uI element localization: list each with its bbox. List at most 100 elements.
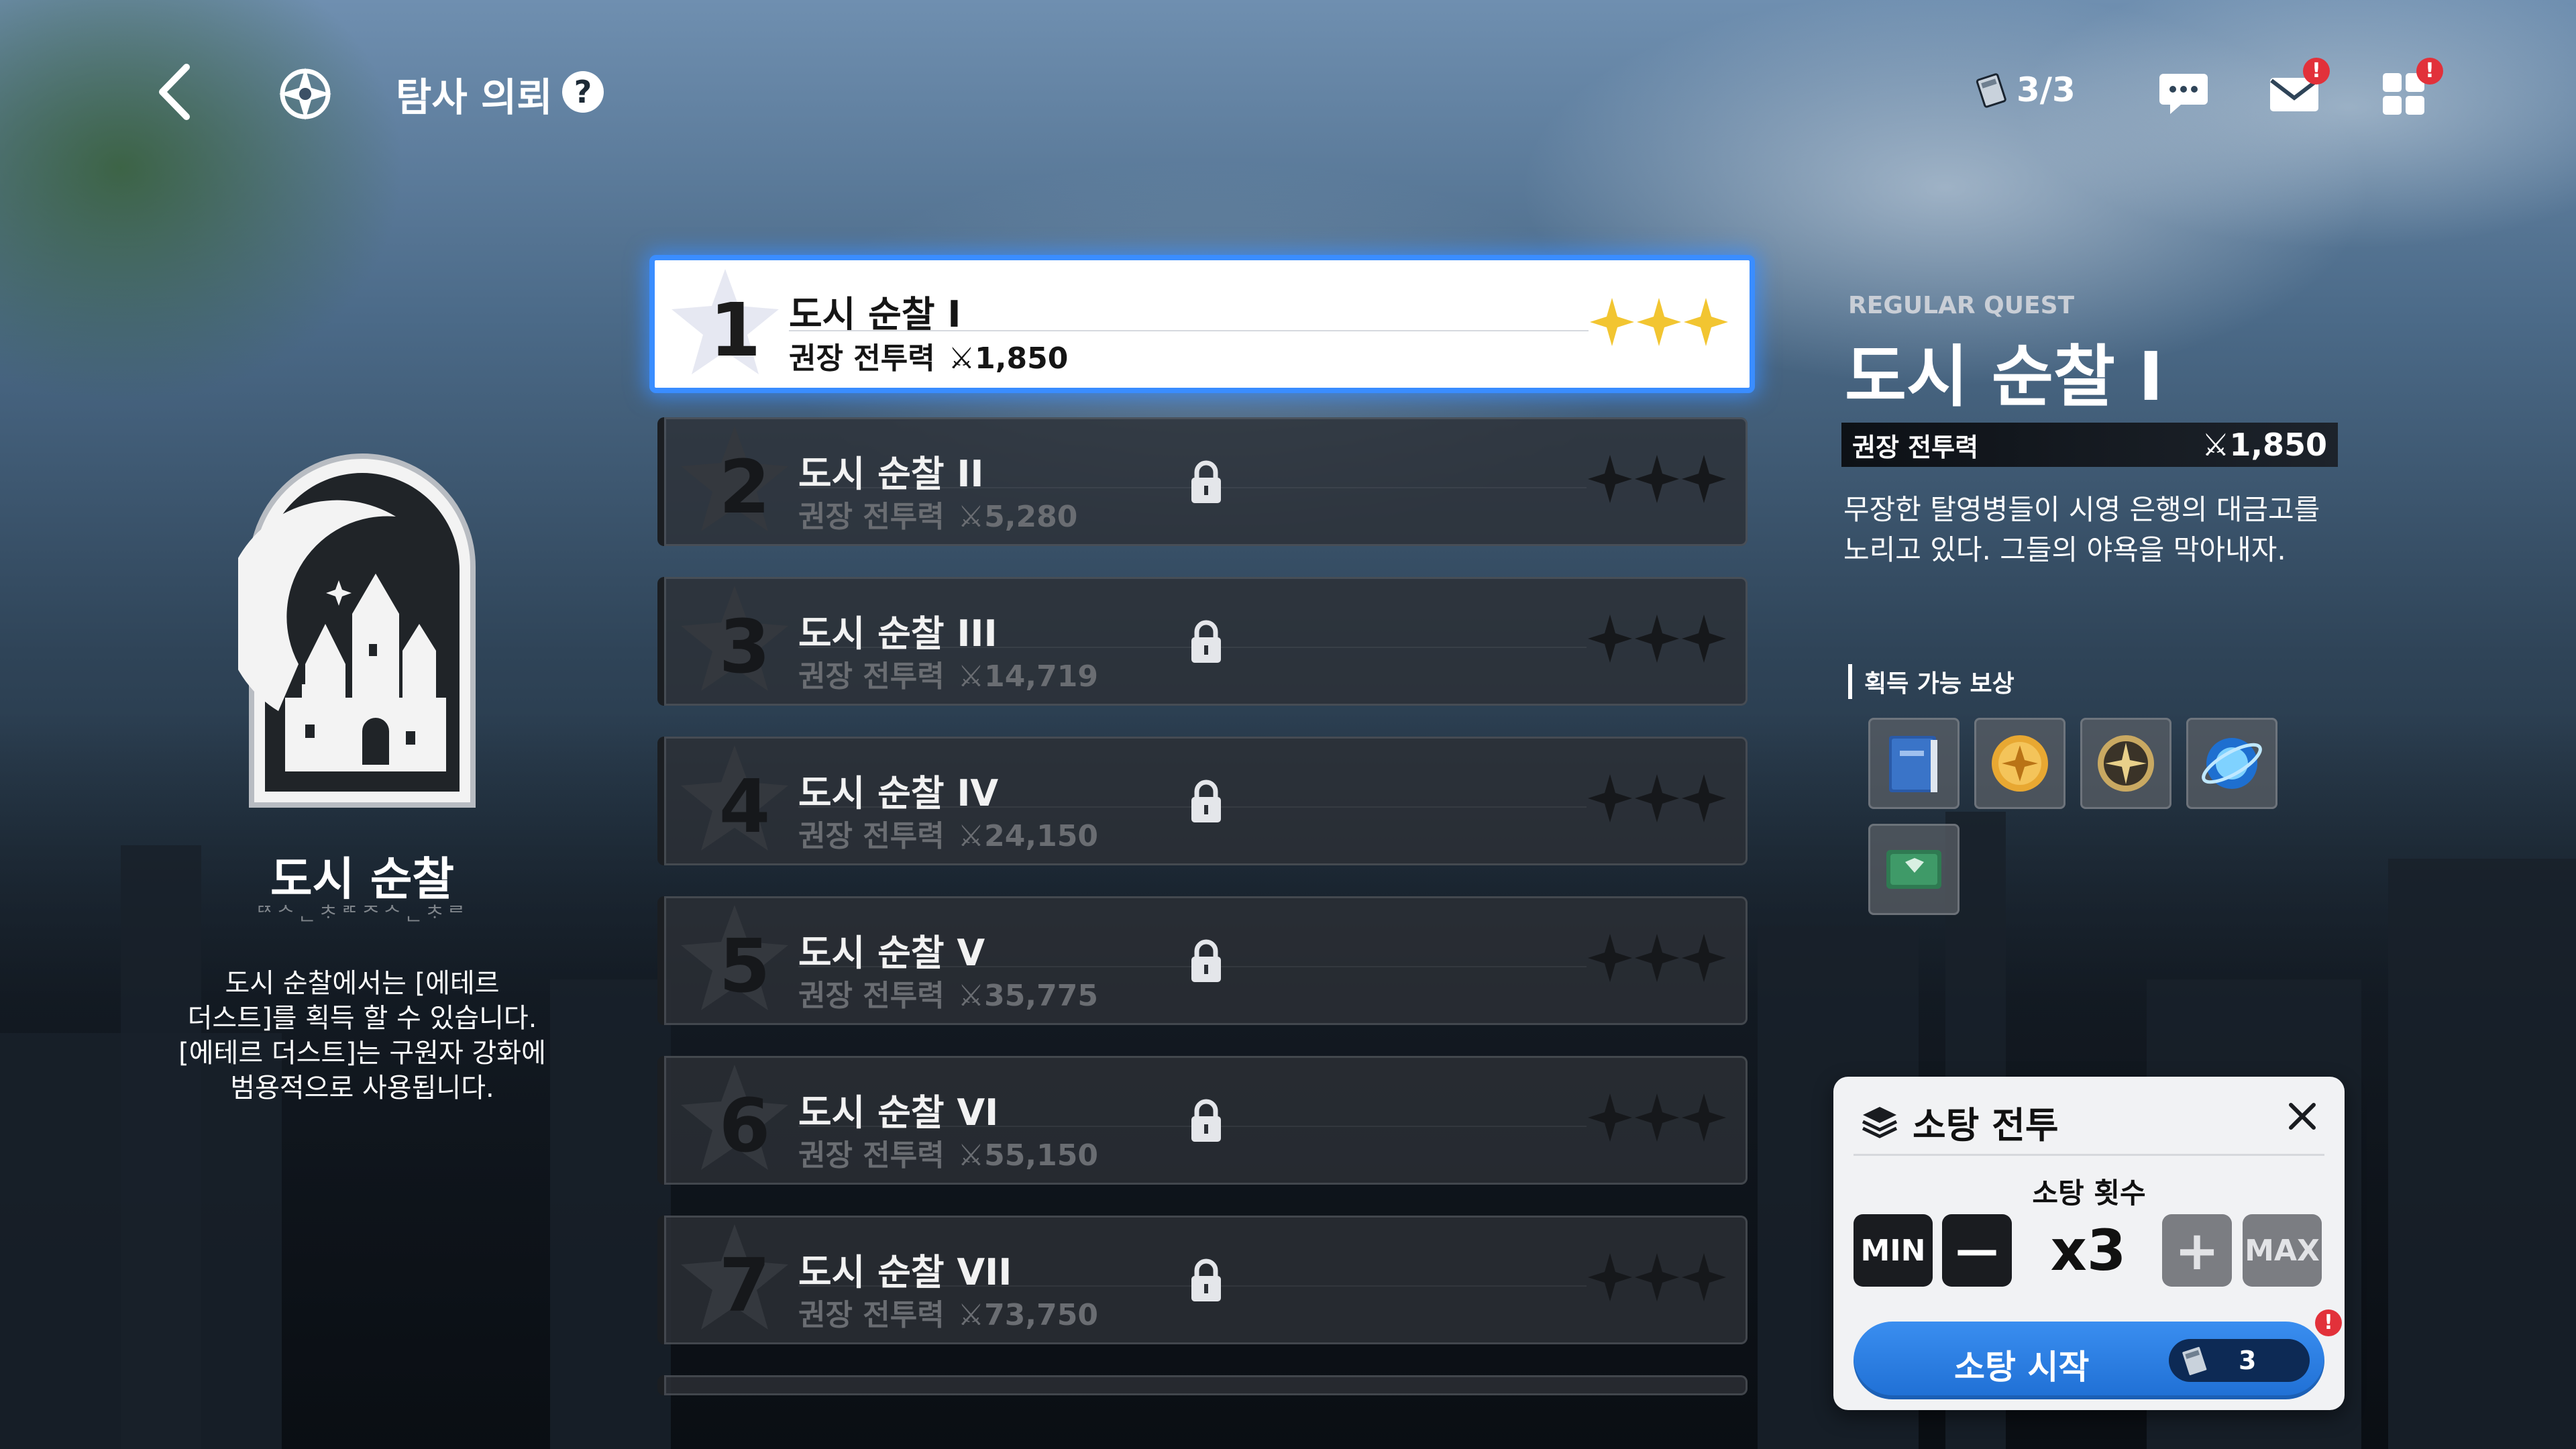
stage-name: 도시 순찰 IV	[798, 772, 999, 814]
city-patrol-emblem-icon	[223, 443, 486, 818]
reward-list	[1868, 718, 2298, 915]
help-button[interactable]: ?	[562, 71, 604, 113]
chat-bubble-icon	[2159, 74, 2208, 114]
stars-empty-icon	[1588, 934, 1726, 982]
stage-name: 도시 순찰 V	[798, 932, 985, 974]
power-number: 5,280	[984, 500, 1078, 534]
crossed-swords-icon: ⚔	[948, 341, 975, 376]
menu-button[interactable]: !	[2373, 58, 2443, 121]
power-number: 1,850	[975, 341, 1069, 376]
stage-row-7[interactable]: 7 도시 순찰 VII 권장 전투력 ⚔73,750	[657, 1216, 1748, 1344]
stars-earned-icon	[1590, 298, 1728, 346]
reward-slot[interactable]	[1868, 718, 1960, 809]
stage-power: 권장 전투력 ⚔1,850	[789, 334, 1068, 377]
power-value: ⚔55,150	[958, 1138, 1098, 1173]
description-line: 노리고 있다. 그들의 야욕을 막아내자.	[1843, 533, 2286, 566]
description-line: [에테르 더스트]는 구원자 강화에	[178, 1038, 546, 1069]
sweep-start-label: 소탕 시작	[1954, 1348, 2090, 1387]
top-bar: 탐사 의뢰 ? 3/3 ! !	[0, 0, 2576, 188]
crossed-swords-icon: ⚔	[957, 1138, 985, 1173]
power-number: 14,719	[984, 659, 1098, 694]
mail-alert-badge: !	[2303, 58, 2330, 85]
lock-icon	[1191, 780, 1221, 822]
description-line: 도시 순찰에서는 [에테르	[225, 968, 500, 999]
green-card-icon	[1886, 850, 1941, 889]
power-label: 권장 전투력	[798, 979, 945, 1013]
stage-row-3[interactable]: 3 도시 순찰 III 권장 전투력 ⚔14,719	[657, 577, 1748, 706]
ticket-icon	[2180, 1345, 2209, 1377]
stage-row-4[interactable]: 4 도시 순찰 IV 권장 전투력 ⚔24,150	[657, 737, 1748, 865]
stage-number: 1	[709, 287, 761, 373]
sweep-cost-value: 3	[2239, 1346, 2257, 1375]
sweep-start-button[interactable]: 소탕 시작 3 !	[1854, 1309, 2342, 1399]
power-label: 권장 전투력	[798, 1298, 945, 1332]
power-number: 35,775	[984, 979, 1098, 1013]
stage-name: 도시 순찰 II	[798, 453, 984, 495]
decrement-button[interactable]: —	[1942, 1214, 2012, 1287]
stage-power: 권장 전투력 ⚔5,280	[798, 492, 1077, 535]
stars-empty-icon	[1588, 614, 1726, 663]
sweep-title: 소탕 전투	[1913, 1104, 2059, 1146]
quest-description: 무장한 탈영병들이 시영 은행의 대금고를 노리고 있다. 그들의 야욕을 막아…	[1843, 490, 2353, 570]
sweep-cost: 3	[2169, 1339, 2310, 1382]
power-value: ⚔35,775	[958, 979, 1098, 1013]
compass-medal-icon	[2098, 735, 2154, 792]
stage-power: 권장 전투력 ⚔55,150	[798, 1131, 1098, 1174]
power-label: 권장 전투력	[1852, 432, 1979, 462]
mail-button[interactable]: !	[2264, 58, 2330, 121]
page-title: 탐사 의뢰	[396, 74, 553, 120]
quest-power-bar: 권장 전투력 ⚔1,850	[1841, 423, 2338, 467]
description-line: 무장한 탈영병들이 시영 은행의 대금고를	[1843, 493, 2320, 526]
chat-button[interactable]	[2153, 67, 2214, 121]
stage-row-5[interactable]: 5 도시 순찰 V 권장 전투력 ⚔35,775	[657, 896, 1748, 1025]
stage-power: 권장 전투력 ⚔24,150	[798, 812, 1098, 855]
stage-name: 도시 순찰 VII	[798, 1251, 1012, 1293]
stamina-counter: 3/3	[1972, 70, 2076, 109]
reward-slot[interactable]	[1974, 718, 2065, 809]
crossed-swords-icon: ⚔	[957, 1298, 985, 1332]
reward-slot[interactable]	[2186, 718, 2277, 809]
max-button[interactable]: MAX	[2243, 1214, 2322, 1287]
chevron-left-icon	[159, 64, 190, 120]
power-number: 55,150	[984, 1138, 1098, 1173]
compass-star-icon	[275, 64, 335, 124]
stage-number: 6	[718, 1083, 771, 1169]
stage-row-2[interactable]: 2 도시 순찰 II 권장 전투력 ⚔5,280	[657, 417, 1748, 546]
crossed-swords-icon: ⚔	[957, 659, 985, 694]
stage-row-1[interactable]: 1 도시 순찰 I 권장 전투력 ⚔1,850	[649, 255, 1755, 393]
increment-button[interactable]: +	[2162, 1214, 2232, 1287]
power-value: ⚔24,150	[958, 819, 1098, 853]
sweep-battle-panel: 소탕 전투 소탕 횟수 MIN — x3 + MAX 소탕 시작 3 !	[1833, 1077, 2345, 1410]
power-number: 73,750	[984, 1298, 1098, 1332]
power-label: 권장 전투력	[798, 500, 945, 534]
back-button[interactable]	[148, 62, 201, 122]
stage-row-6[interactable]: 6 도시 순찰 VI 권장 전투력 ⚔55,150	[657, 1056, 1748, 1185]
sweep-count-value: x3	[2050, 1218, 2127, 1283]
stars-empty-icon	[1588, 1093, 1726, 1142]
power-label: 권장 전투력	[789, 341, 935, 376]
crossed-swords-icon: ⚔	[2202, 427, 2230, 463]
stage-name: 도시 순찰 III	[798, 612, 998, 655]
reward-slot[interactable]	[2080, 718, 2171, 809]
description-line: 더스트]를 획득 할 수 있습니다.	[187, 1003, 537, 1034]
divider	[789, 330, 1589, 331]
stars-empty-icon	[1588, 1253, 1726, 1301]
category-subtitle: ᄃᄌᄉᆫᄎᆞᄅᄃᄌᄉᆫᄎᆞᄅ	[256, 902, 469, 924]
crossed-swords-icon: ⚔	[957, 979, 985, 1013]
stage-number: 3	[718, 604, 771, 690]
lock-icon	[1191, 1099, 1221, 1142]
rewards-heading: 획득 가능 보상	[1848, 664, 2015, 699]
divider	[1854, 1154, 2324, 1156]
stage-row-partial[interactable]	[657, 1375, 1748, 1395]
min-button[interactable]: MIN	[1854, 1214, 1933, 1287]
stage-power: 권장 전투력 ⚔14,719	[798, 652, 1098, 695]
sweep-header: 소탕 전투	[1860, 1095, 2059, 1148]
stage-number: 5	[718, 923, 771, 1009]
reward-slot[interactable]	[1868, 824, 1960, 915]
sweep-alert-badge: !	[2315, 1309, 2342, 1336]
sweep-count-label: 소탕 횟수	[2032, 1177, 2146, 1210]
close-icon[interactable]	[2287, 1101, 2318, 1132]
description-line: 범용적으로 사용됩니다.	[230, 1073, 494, 1104]
power-number: 24,150	[984, 819, 1098, 853]
ticket-icon	[1976, 73, 2006, 108]
